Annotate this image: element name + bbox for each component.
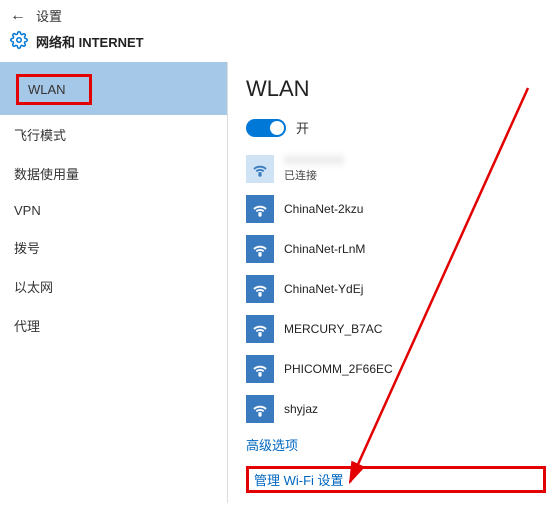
network-item[interactable]: ChinaNet-YdEj: [246, 275, 546, 303]
network-item-connected[interactable]: 已连接: [246, 155, 546, 183]
advanced-options-link[interactable]: 高级选项: [246, 435, 546, 454]
network-name: MERCURY_B7AC: [284, 322, 382, 336]
gear-icon: [10, 31, 28, 52]
network-item[interactable]: MERCURY_B7AC: [246, 315, 546, 343]
breadcrumb: 网络和 INTERNET: [0, 31, 556, 62]
sidebar-item-data-usage[interactable]: 数据使用量: [0, 154, 227, 193]
network-status: 已连接: [284, 167, 344, 183]
sidebar: WLAN 飞行模式 数据使用量 VPN 拨号 以太网 代理: [0, 62, 228, 503]
sidebar-item-vpn[interactable]: VPN: [0, 193, 227, 228]
network-info: 已连接: [284, 155, 344, 183]
sidebar-item-wlan[interactable]: WLAN: [0, 62, 227, 115]
network-item[interactable]: PHICOMM_2F66EC: [246, 355, 546, 383]
page-title: WLAN: [246, 76, 546, 102]
wifi-icon: [246, 275, 274, 303]
wifi-icon: [246, 235, 274, 263]
wifi-icon: [246, 395, 274, 423]
wifi-icon: [246, 315, 274, 343]
sidebar-item-airplane[interactable]: 飞行模式: [0, 115, 227, 154]
network-item[interactable]: ChinaNet-rLnM: [246, 235, 546, 263]
wlan-toggle[interactable]: [246, 119, 286, 137]
wifi-icon: [246, 155, 274, 183]
network-name: ChinaNet-rLnM: [284, 242, 365, 256]
toggle-label: 开: [296, 118, 309, 137]
wlan-toggle-row: 开: [246, 118, 546, 137]
manage-wifi-box: 管理 Wi-Fi 设置: [246, 466, 546, 493]
highlight-wlan: WLAN: [16, 74, 92, 105]
network-name: shyjaz: [284, 402, 318, 416]
wifi-icon: [246, 355, 274, 383]
header-title: 设置: [36, 6, 62, 25]
back-button[interactable]: ←: [10, 7, 26, 25]
network-name: ChinaNet-2kzu: [284, 202, 363, 216]
window-header: ← 设置: [0, 0, 556, 31]
breadcrumb-label: 网络和 INTERNET: [36, 32, 144, 51]
manage-wifi-link[interactable]: 管理 Wi-Fi 设置: [246, 466, 546, 493]
sidebar-item-proxy[interactable]: 代理: [0, 306, 227, 345]
sidebar-item-ethernet[interactable]: 以太网: [0, 267, 227, 306]
wifi-icon: [246, 195, 274, 223]
network-name: ChinaNet-YdEj: [284, 282, 363, 296]
main-panel: WLAN 开 已连接 ChinaNet-2kzu ChinaNet-rLnM Chi…: [228, 62, 556, 503]
sidebar-item-dialup[interactable]: 拨号: [0, 228, 227, 267]
network-item[interactable]: ChinaNet-2kzu: [246, 195, 546, 223]
network-name-blurred: [284, 155, 344, 165]
network-item[interactable]: shyjaz: [246, 395, 546, 423]
network-name: PHICOMM_2F66EC: [284, 362, 393, 376]
toggle-knob: [270, 121, 284, 135]
